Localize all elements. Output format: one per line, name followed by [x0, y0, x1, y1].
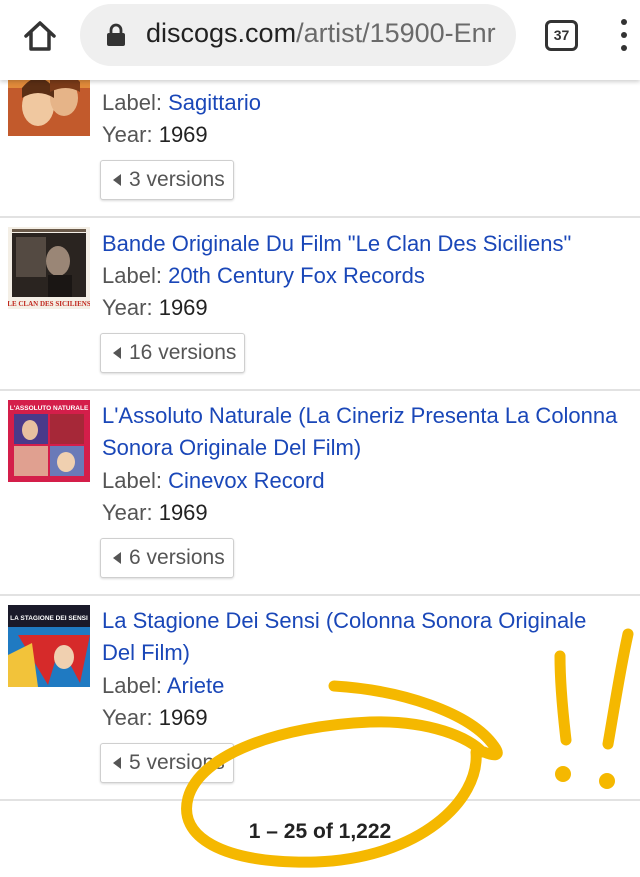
release-label-link[interactable]: Cinevox Record: [168, 468, 325, 493]
address-bar[interactable]: discogs.com/artist/15900-Enr: [80, 4, 516, 66]
caret-left-icon: [113, 347, 121, 359]
release-cover-image[interactable]: LA STAGIONE DEI SENSI: [8, 605, 90, 687]
home-icon[interactable]: [20, 16, 60, 56]
release-year-row: Year: 1969: [102, 497, 208, 529]
release-year: 1969: [158, 500, 208, 525]
release-cover-image[interactable]: LE CLAN DES SICILIENS: [8, 227, 90, 309]
label-key: Label:: [102, 90, 162, 115]
release-label-link[interactable]: Ariete: [167, 673, 224, 698]
release-year: 1969: [158, 705, 208, 730]
annotation-dots: [555, 766, 615, 789]
label-key: Label:: [102, 673, 162, 698]
year-key: Year:: [102, 705, 153, 730]
versions-label: 5 versions: [129, 751, 225, 774]
versions-label: 6 versions: [129, 546, 225, 569]
divider: [0, 594, 640, 596]
release-title-link[interactable]: La Stagione Dei Sensi (Colonna Sonora Or…: [102, 605, 622, 669]
release-title-link[interactable]: L'Assoluto Naturale (La Cineriz Presenta…: [102, 400, 622, 464]
menu-dot: [621, 45, 627, 51]
release-label-link[interactable]: Sagittario: [168, 90, 261, 115]
annotation-arrow-stroke: [328, 680, 503, 761]
year-key: Year:: [102, 122, 153, 147]
more-vert-icon[interactable]: [616, 15, 632, 57]
label-key: Label:: [102, 263, 162, 288]
cover-title-text: L'ASSOLUTO NATURALE: [10, 405, 89, 412]
versions-button[interactable]: 6 versions: [100, 538, 234, 578]
release-label-row: Label: Cinevox Record: [102, 465, 325, 497]
lock-icon: [106, 23, 126, 47]
caret-left-icon: [113, 552, 121, 564]
release-year-row: Year: 1969: [102, 702, 208, 734]
caret-left-icon: [113, 757, 121, 769]
release-year-row: Year: 1969: [102, 292, 208, 324]
menu-dot: [621, 19, 627, 25]
year-key: Year:: [102, 295, 153, 320]
caret-left-icon: [113, 174, 121, 186]
release-year-row: Year: 1969: [102, 119, 208, 151]
cover-title-text: LE CLAN DES SICILIENS: [8, 300, 90, 308]
pagination-summary: 1 – 25 of 1,222: [248, 820, 392, 843]
url-text: discogs.com/artist/15900-Enr: [146, 18, 496, 49]
release-label-link[interactable]: 20th Century Fox Records: [168, 263, 425, 288]
divider: [0, 799, 640, 801]
menu-dot: [621, 32, 627, 38]
versions-button[interactable]: 16 versions: [100, 333, 246, 373]
tab-switcher-button[interactable]: 37: [545, 20, 578, 51]
year-key: Year:: [102, 500, 153, 525]
release-year: 1969: [158, 122, 208, 147]
url-path: /artist/15900-Enr: [296, 18, 496, 48]
url-domain: discogs.com: [146, 18, 297, 48]
versions-label: 16 versions: [129, 341, 237, 364]
release-label-row: Label: Ariete: [102, 670, 224, 702]
annotation-dot: [599, 773, 615, 789]
browser-toolbar: discogs.com/artist/15900-Enr 37: [0, 0, 640, 80]
divider: [0, 216, 640, 218]
versions-button[interactable]: 5 versions: [100, 743, 234, 783]
release-label-row: Label: Sagittario: [102, 87, 261, 119]
annotation-dot: [555, 766, 571, 782]
release-cover-image[interactable]: L'ASSOLUTO NATURALE: [8, 400, 90, 482]
release-year: 1969: [158, 295, 208, 320]
release-label-row: Label: 20th Century Fox Records: [102, 260, 425, 292]
cover-title-text: LA STAGIONE DEI SENSI: [10, 615, 88, 622]
versions-button[interactable]: 3 versions: [100, 160, 234, 200]
versions-label: 3 versions: [129, 168, 225, 191]
divider: [0, 389, 640, 391]
release-title-link[interactable]: Bande Originale Du Film "Le Clan Des Sic…: [102, 228, 622, 260]
label-key: Label:: [102, 468, 162, 493]
